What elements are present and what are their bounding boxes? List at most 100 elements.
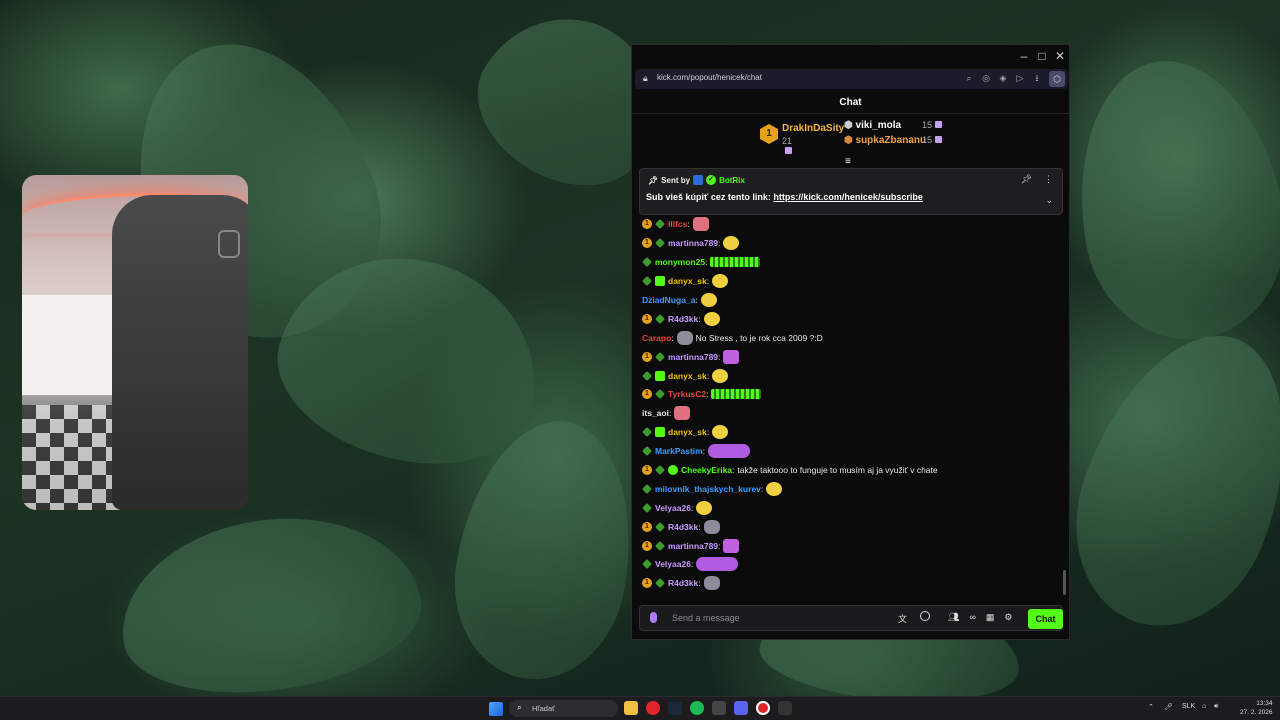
chat-username[interactable]: R4d3kk	[668, 522, 698, 532]
translate-icon[interactable]: 文	[898, 612, 907, 625]
chat-username[interactable]: its_aoi	[642, 408, 669, 418]
maximize-icon[interactable]: □	[1033, 48, 1051, 64]
chat-message: 1 CheekyErika: takže taktooo to funguje to…	[642, 461, 1062, 480]
emote-icon	[712, 425, 729, 440]
chat-username[interactable]: MarkPastim	[655, 446, 703, 456]
zoom-icon[interactable]: ⌕	[964, 72, 974, 84]
language-indicator[interactable]: SLK	[1182, 703, 1195, 710]
gifter-badge-icon: 1	[642, 238, 652, 249]
chat-username[interactable]: DziadNuga_a	[642, 295, 695, 305]
file-explorer-icon[interactable]	[624, 701, 638, 715]
chat-username[interactable]: CheekyErika	[681, 465, 732, 475]
chevron-up-icon[interactable]: ⌃	[1148, 703, 1154, 711]
chat-username[interactable]: R4d3kk	[668, 578, 698, 588]
chat-message: danyx_sk:	[642, 423, 1062, 442]
play-icon[interactable]: ▷	[1015, 72, 1025, 84]
webcam-overlay	[22, 175, 248, 510]
chat-messages: 1 lllfcs:1 martinna789: monymon25: danyx_sk:…	[642, 215, 1062, 601]
terminal-icon[interactable]	[778, 701, 792, 715]
mic-icon[interactable]	[650, 612, 657, 623]
translate-page-icon[interactable]: ◎	[981, 72, 991, 84]
subscriber-badge-icon	[655, 427, 665, 438]
separator: :	[668, 408, 672, 419]
chat-username[interactable]: martinna789	[668, 238, 718, 248]
silver-badge-icon: ⬢	[844, 120, 856, 131]
volume-icon[interactable]: 🔊︎	[1214, 703, 1218, 711]
chat-username[interactable]: Velyaa26	[655, 559, 691, 569]
og-badge-icon	[655, 578, 665, 589]
emote-icon	[696, 557, 739, 572]
pinned-message-text: Sub vieš kúpiť cez tento link:	[646, 192, 771, 202]
gear-icon[interactable]: ⚙	[1004, 612, 1012, 623]
message-input[interactable]: Send a message	[672, 613, 740, 623]
opera-icon[interactable]	[646, 701, 660, 715]
chat-username[interactable]: lllfcs	[668, 219, 687, 229]
profile-extension-icon[interactable]: ⬡	[1049, 71, 1065, 87]
pinned-text: Sub vieš kúpiť cez tento link: https://k…	[646, 192, 923, 202]
store-icon[interactable]: ▦	[986, 612, 995, 623]
chat-message: 1 martinna789:	[642, 536, 1062, 555]
emote-icon	[703, 576, 720, 591]
gifter-badge-icon: 1	[642, 313, 652, 324]
search-icon: ⌕	[517, 702, 523, 712]
message-input-bar[interactable]: Send a message 文 👥︎ ∞ ▦ ⚙	[639, 605, 1063, 631]
subscribe-link[interactable]: https://kick.com/henicek/subscribe	[773, 192, 923, 202]
extension-icon[interactable]: ◈	[998, 72, 1008, 84]
address-bar[interactable]: 🔒︎ kick.com/popout/henicek/chat ⌕ ◎ ◈ ▷ …	[635, 69, 1068, 89]
emote-icon	[703, 519, 720, 534]
gifter-badge-icon: 1	[642, 389, 652, 400]
pin-small-icon: 📌︎	[648, 175, 659, 185]
chat-username[interactable]: TyrkusC2	[668, 389, 706, 399]
browser-icon[interactable]	[756, 701, 770, 715]
chat-username[interactable]: milovnik_thajskych_kurev	[655, 484, 761, 494]
spotify-icon[interactable]	[690, 701, 704, 715]
leader-count: 21	[782, 136, 793, 146]
steam-icon[interactable]	[668, 701, 682, 715]
clock[interactable]: 13:34 27. 2. 2026	[1240, 699, 1273, 717]
chat-message-text: takže taktooo to funguje to musím aj ja …	[737, 465, 938, 476]
infinity-icon[interactable]: ∞	[969, 612, 975, 623]
separator: :	[718, 238, 721, 249]
rank-badge-icon: 1	[760, 124, 778, 144]
emote-icon	[696, 500, 713, 515]
bot-name[interactable]: BotRix	[719, 176, 745, 185]
search-placeholder: Hľadať	[532, 704, 555, 713]
unpin-icon[interactable]: 📌︎	[1021, 174, 1032, 185]
taskbar-search[interactable]: ⌕ Hľadať	[509, 700, 618, 717]
close-app-icon[interactable]	[712, 701, 726, 715]
windows-start-icon[interactable]	[489, 702, 503, 716]
send-chat-button[interactable]: Chat	[1028, 609, 1063, 629]
chat-username[interactable]: danyx_sk	[668, 276, 707, 286]
close-icon[interactable]: ✕	[1051, 48, 1069, 64]
discord-icon[interactable]	[734, 701, 748, 715]
chat-username[interactable]: Velyaa26	[655, 503, 691, 513]
gifter-badge-icon: 1	[642, 219, 652, 230]
chat-username[interactable]: danyx_sk	[668, 427, 707, 437]
chevron-down-icon[interactable]: ⌄	[1045, 195, 1053, 206]
leaderboard-second[interactable]: ⬢ viki_mola 15	[844, 120, 943, 131]
leader-name: supkaZbananu	[855, 135, 927, 146]
emote-icon	[703, 311, 720, 326]
more-options-icon[interactable]: ⋮	[1044, 174, 1053, 185]
collapse-leaderboard-icon[interactable]: ≡	[845, 156, 851, 167]
emoji-icon[interactable]	[920, 611, 930, 621]
chat-username[interactable]: Carapo	[642, 333, 671, 343]
network-icon[interactable]: ⌂	[1202, 703, 1206, 710]
chat-scrollbar[interactable]	[1063, 570, 1066, 595]
chat-username[interactable]: martinna789	[668, 352, 718, 362]
chat-username[interactable]: R4d3kk	[668, 314, 698, 324]
leaderboard-first[interactable]: 1 DrakInDaSity 21	[760, 123, 844, 154]
chat-username[interactable]: martinna789	[668, 541, 718, 551]
emote-icon	[710, 257, 761, 268]
chat-username[interactable]: monymon25	[655, 257, 705, 267]
separator: :	[706, 427, 710, 438]
users-icon[interactable]: 👥︎	[948, 612, 959, 623]
mic-tray-icon[interactable]: 🎤︎	[1164, 703, 1173, 711]
chat-username[interactable]: danyx_sk	[668, 371, 707, 381]
leaderboard-third[interactable]: ⬢ supkaZbananu 15	[844, 135, 943, 146]
gifter-badge-icon: 1	[642, 351, 652, 362]
chat-message: 1 TyrkusC2:	[642, 385, 1062, 404]
gift-icon	[785, 147, 792, 154]
minimize-icon[interactable]: –	[1015, 48, 1033, 64]
download-icon[interactable]: ⭳	[1032, 72, 1042, 84]
